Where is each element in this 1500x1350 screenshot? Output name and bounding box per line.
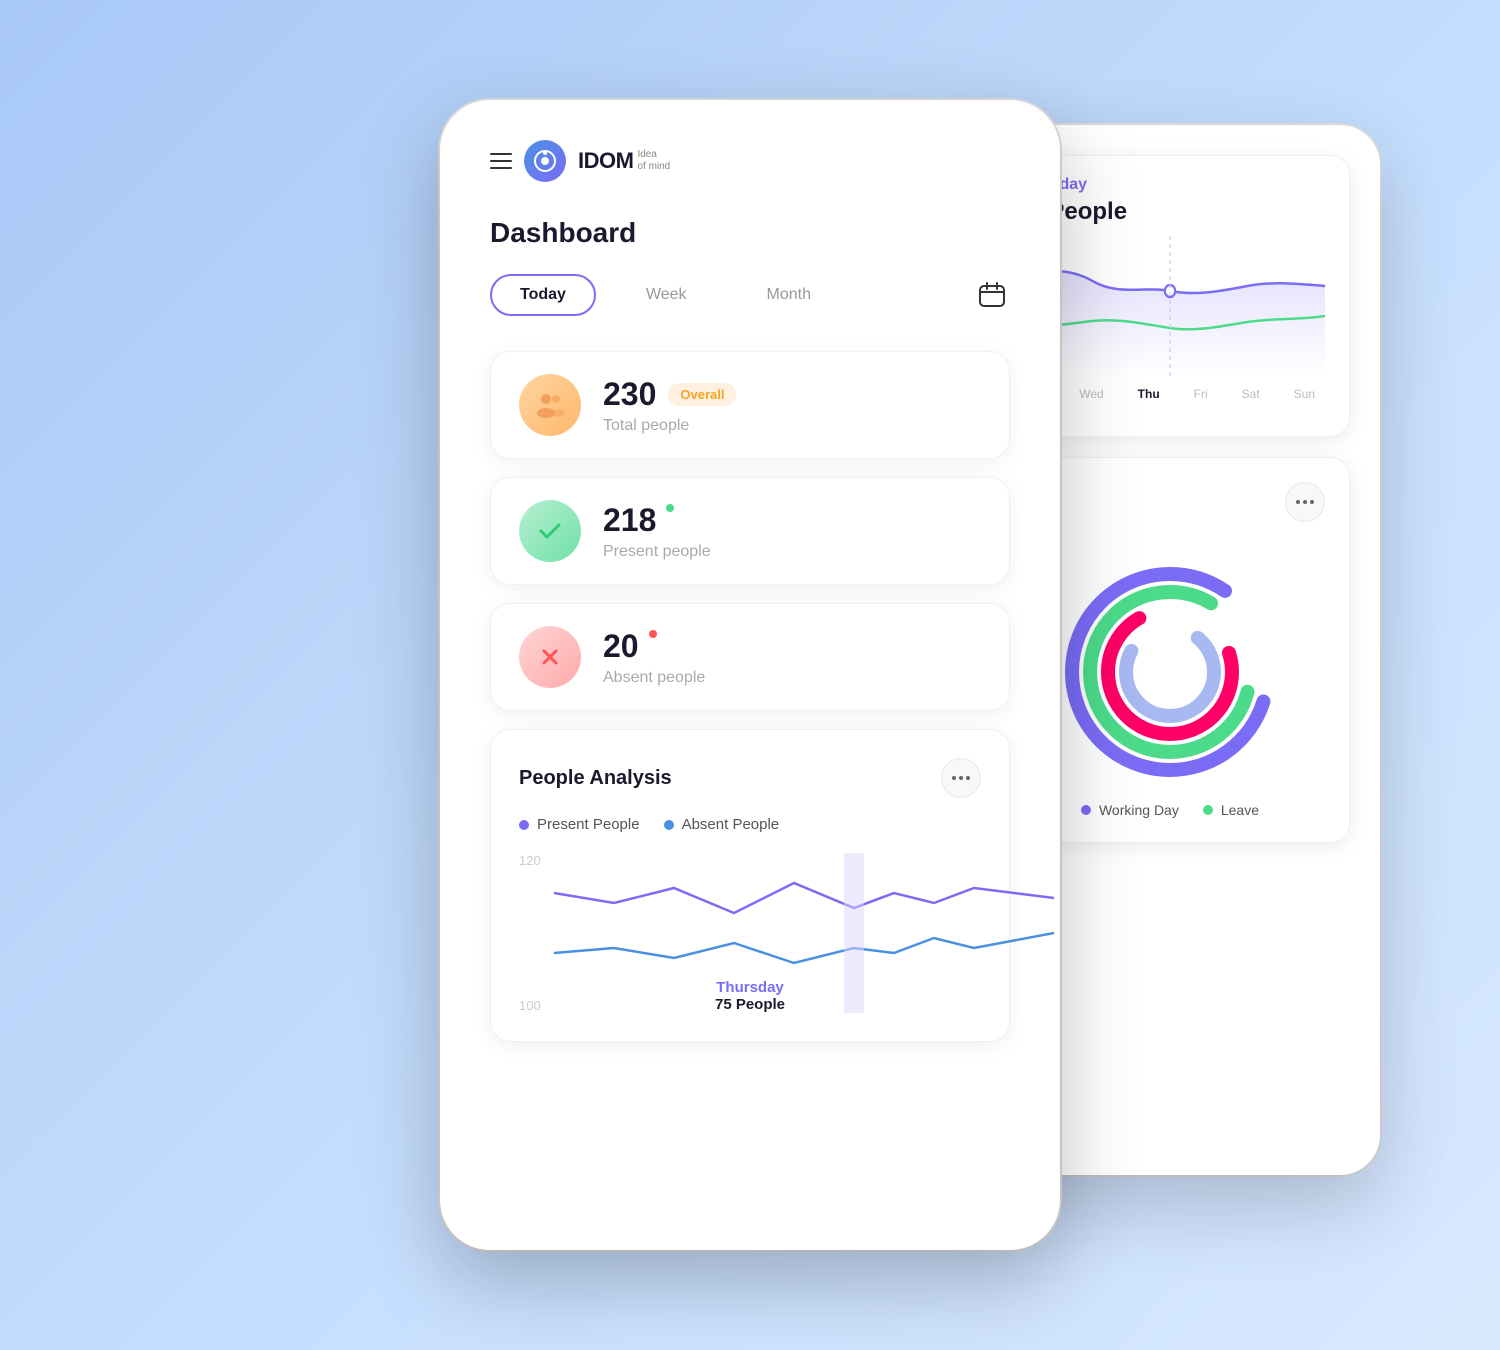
line-chart-container: Tue Wed Thu Fri Sat Sun (1015, 236, 1325, 416)
status-legend: Working Day Leave (1015, 802, 1325, 818)
analysis-card: People Analysis Present People Absent Pe… (490, 729, 1010, 1042)
line-chart-svg (1015, 236, 1325, 376)
working-day-label: Working Day (1099, 802, 1179, 818)
legend-absent: Absent People (664, 816, 780, 833)
absent-label: Absent people (603, 669, 705, 687)
analysis-more-button[interactable] (941, 758, 981, 798)
tooltip-day: Thursday (1015, 176, 1325, 194)
chart-highlight-count: 75 People (715, 996, 785, 1013)
chart-highlight-day: Thursday (715, 979, 785, 996)
present-people-card: 218 Present people (490, 477, 1010, 585)
tagline-line1: Idea (637, 149, 670, 161)
total-label: Total people (603, 417, 736, 435)
x-label-sat: Sat (1242, 387, 1260, 401)
tagline-line2: of mind (637, 161, 670, 173)
overall-badge: Overall (668, 383, 736, 406)
tab-bar: Today Week Month (490, 274, 1010, 316)
absent-icon (519, 626, 581, 688)
absent-number-row: 20 (603, 628, 705, 665)
donut-container (1015, 542, 1325, 802)
chart-y-labels: 120 100 (519, 853, 541, 1013)
legend-working-day: Working Day (1081, 802, 1179, 818)
chart-svg (554, 853, 1054, 1013)
absent-number: 20 (603, 628, 639, 665)
status-more-button[interactable] (1285, 482, 1325, 522)
absent-people-info: 20 Absent people (603, 628, 705, 687)
total-number-row: 230 Overall (603, 376, 736, 413)
x-label-fri: Fri (1194, 387, 1208, 401)
total-people-info: 230 Overall Total people (603, 376, 736, 435)
present-number-row: 218 (603, 502, 711, 539)
x-label-sun: Sun (1294, 387, 1315, 401)
legend-dot-purple (519, 820, 529, 830)
analysis-header: People Analysis (519, 758, 981, 798)
status-header: us (1015, 482, 1325, 522)
y-label-100: 100 (519, 998, 541, 1013)
tab-month[interactable]: Month (737, 274, 841, 316)
x-label-thu: Thu (1138, 387, 1160, 401)
present-icon (519, 500, 581, 562)
left-phone: IDOM Idea of mind Dashboard Today Week M… (440, 100, 1060, 1250)
present-number: 218 (603, 502, 656, 539)
legend-absent-label: Absent People (682, 816, 780, 833)
working-day-dot (1081, 805, 1091, 815)
legend-dot-blue (664, 820, 674, 830)
total-people-card: 230 Overall Total people (490, 351, 1010, 459)
page-title: Dashboard (490, 217, 1010, 249)
legend-present-label: Present People (537, 816, 640, 833)
total-icon (519, 374, 581, 436)
app-header: IDOM Idea of mind (490, 140, 1010, 182)
total-number: 230 (603, 376, 656, 413)
leave-dot (1203, 805, 1213, 815)
logo-icon (524, 140, 566, 182)
analysis-title: People Analysis (519, 767, 672, 790)
legend-leave: Leave (1203, 802, 1259, 818)
present-people-info: 218 Present people (603, 502, 711, 561)
leave-label: Leave (1221, 802, 1259, 818)
tab-week[interactable]: Week (616, 274, 717, 316)
menu-icon[interactable] (490, 153, 512, 169)
absent-dot (649, 630, 657, 638)
present-label: Present people (603, 543, 711, 561)
tooltip-count: 75 People (1015, 198, 1325, 226)
present-dot (666, 504, 674, 512)
calendar-icon[interactable] (974, 277, 1010, 313)
legend-row: Present People Absent People (519, 816, 981, 833)
chart-area: 120 100 Thursday 75 People (519, 853, 981, 1013)
absent-people-card: 20 Absent people (490, 603, 1010, 711)
chart-label-highlight: Thursday 75 People (715, 979, 785, 1013)
x-label-wed: Wed (1079, 387, 1103, 401)
donut-svg (1060, 562, 1280, 782)
app-name: IDOM (578, 148, 633, 174)
legend-present: Present People (519, 816, 640, 833)
x-axis-labels: Tue Wed Thu Fri Sat Sun (1015, 387, 1325, 401)
tab-today[interactable]: Today (490, 274, 596, 316)
y-label-120: 120 (519, 853, 541, 868)
